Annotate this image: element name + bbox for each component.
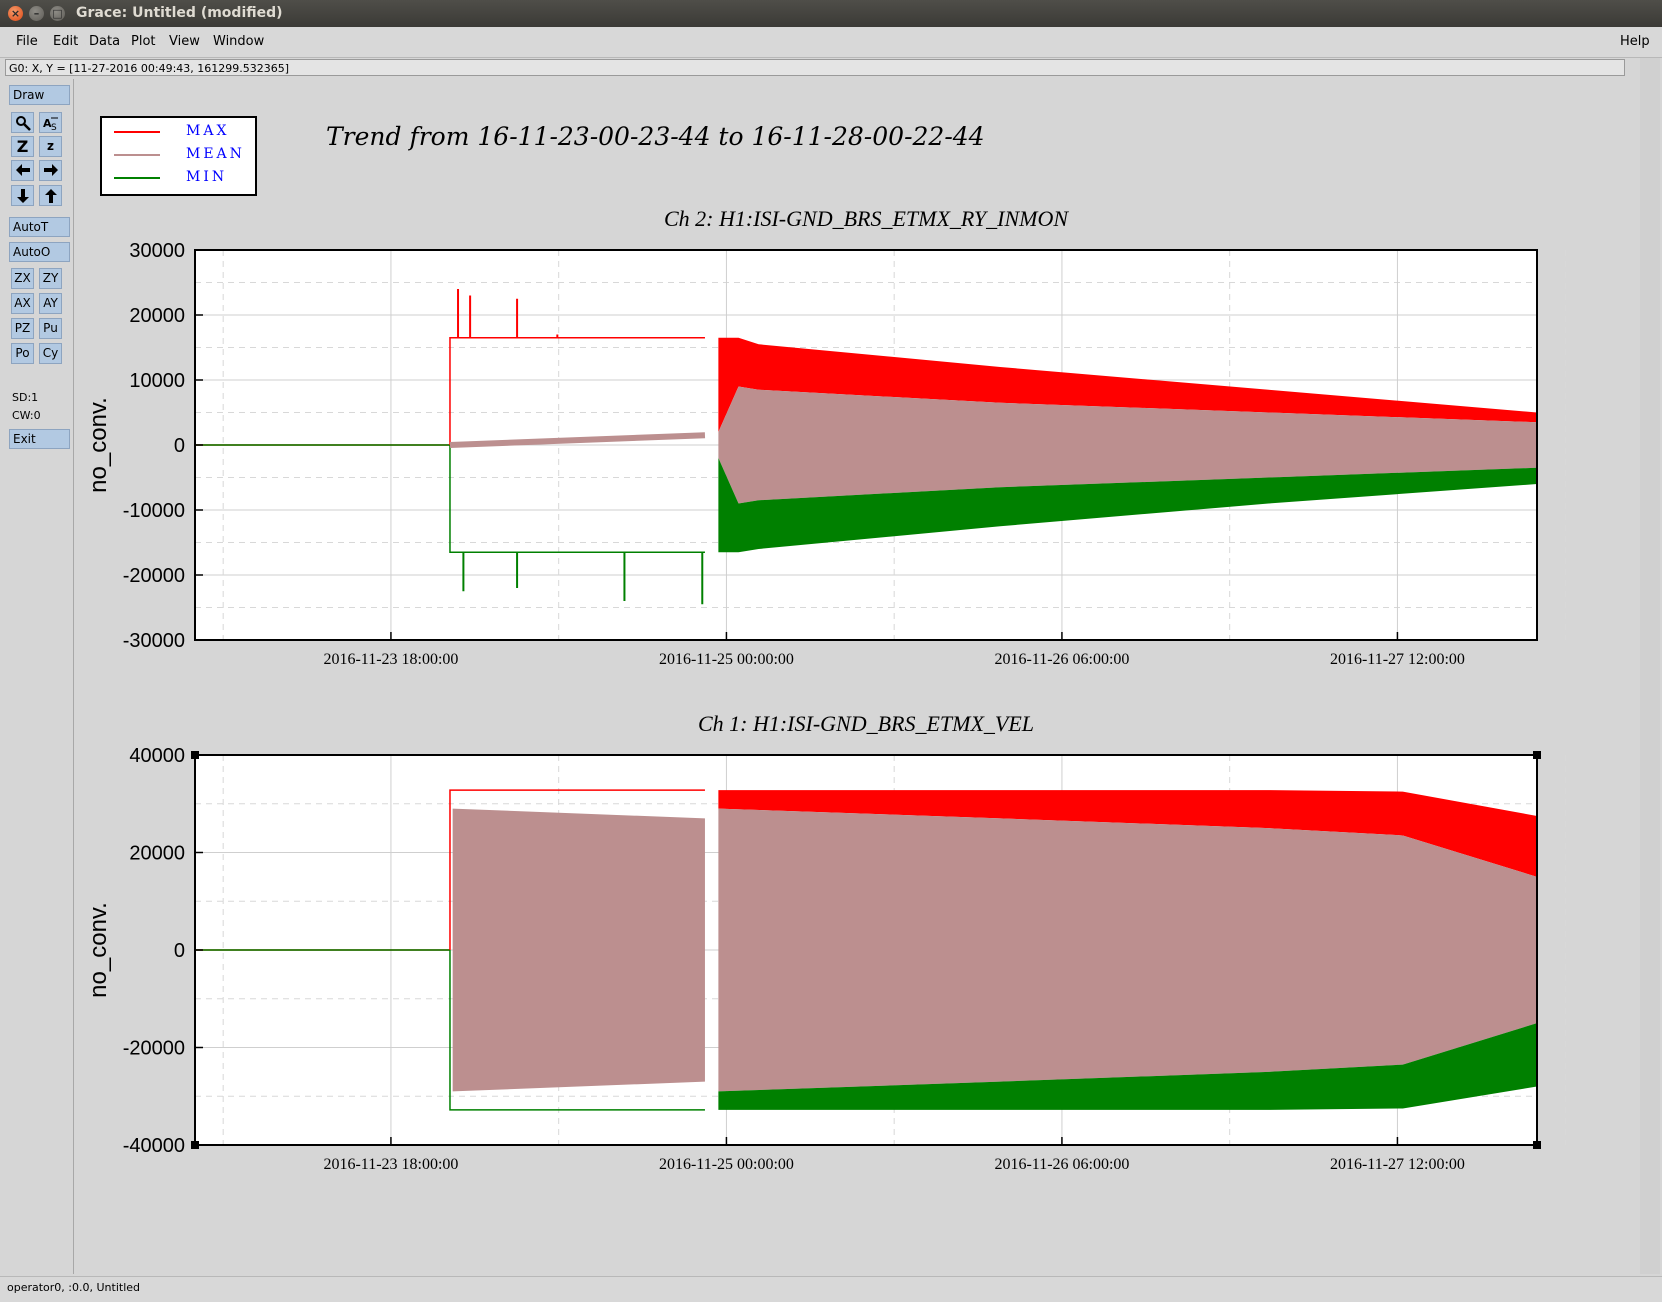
svg-text:S: S xyxy=(51,123,57,131)
magnifier-icon xyxy=(15,116,31,131)
chart-title: Ch 1: H1:ISI-GND_BRS_ETMX_VEL xyxy=(698,711,1034,736)
arrow-down-icon xyxy=(16,189,29,203)
menu-file[interactable]: File xyxy=(16,34,38,49)
y-tick-label: 10000 xyxy=(129,370,185,392)
y-tick-label: -10000 xyxy=(123,500,185,522)
legend-swatch-mean xyxy=(114,154,160,156)
x-tick-label: 2016-11-25 00:00:00 xyxy=(659,1156,794,1173)
legend-swatch-max xyxy=(114,131,160,133)
chart-title: Ch 2: H1:ISI-GND_BRS_ETMX_RY_INMON xyxy=(664,206,1069,231)
menu-edit[interactable]: Edit xyxy=(53,34,78,49)
close-window-button[interactable]: × xyxy=(8,6,23,21)
legend-entry-mean: MEAN xyxy=(102,145,259,165)
autot-button[interactable]: AutoT xyxy=(9,217,70,237)
zoom-in-button[interactable]: Z xyxy=(11,136,34,157)
toolbox-panel: Draw AS Z z AutoT AutoO ZX ZY AX AY PZ P… xyxy=(0,79,74,1274)
autoo-button[interactable]: AutoO xyxy=(9,242,70,262)
menu-plot[interactable]: Plot xyxy=(131,34,156,49)
minimize-window-button[interactable]: – xyxy=(29,6,44,21)
scroll-left-button[interactable] xyxy=(11,160,34,181)
y-tick-label: 40000 xyxy=(129,745,185,767)
stack-depth-label: SD:1 xyxy=(12,391,39,404)
current-world-label: CW:0 xyxy=(12,409,41,422)
x-tick-label: 2016-11-26 06:00:00 xyxy=(994,651,1129,668)
y-tick-label: 0 xyxy=(174,940,185,962)
legend-label-mean: MEAN xyxy=(186,146,245,162)
arrow-right-icon xyxy=(43,164,58,176)
menu-view[interactable]: View xyxy=(169,34,200,49)
legend-label-max: MAX xyxy=(186,123,230,139)
cy-button[interactable]: Cy xyxy=(39,343,62,364)
legend-label-min: MIN xyxy=(186,169,228,185)
x-tick-label: 2016-11-23 18:00:00 xyxy=(323,651,458,668)
selection-handle xyxy=(191,751,199,759)
scroll-up-button[interactable] xyxy=(39,185,62,206)
charts-svg[interactable]: 30000 20000 10000 0 -10000 -20000 -30000 2016-1… xyxy=(74,200,1636,1230)
series-mean-band xyxy=(718,808,1537,1092)
locator-readout: G0: X, Y = [11-27-2016 00:49:43, 161299.… xyxy=(5,59,1625,76)
zoom-tool-button[interactable] xyxy=(11,112,34,133)
x-tick-label: 2016-11-27 12:00:00 xyxy=(1330,1156,1465,1173)
scroll-down-button[interactable] xyxy=(11,185,34,206)
status-text: operator0, :0.0, Untitled xyxy=(7,1281,141,1294)
chart-2: 40000 20000 0 -20000 -40000 2016-11-23 18:00:… xyxy=(85,711,1566,1173)
zx-button[interactable]: ZX xyxy=(11,268,34,289)
arrow-left-icon xyxy=(15,164,30,176)
chart-1: 30000 20000 10000 0 -10000 -20000 -30000 2016-1… xyxy=(85,206,1566,668)
x-tick-label: 2016-11-23 18:00:00 xyxy=(323,1156,458,1173)
pu-button[interactable]: Pu xyxy=(39,318,62,339)
selection-handle xyxy=(1533,1141,1541,1149)
page-title: Trend from 16-11-23-00-23-44 to 16-11-28… xyxy=(326,122,985,151)
series-mean-early-band xyxy=(452,808,705,1092)
menu-help[interactable]: Help xyxy=(1620,34,1650,49)
draw-button[interactable]: Draw xyxy=(9,85,70,105)
ax-button[interactable]: AX xyxy=(11,293,34,314)
y-tick-label: 0 xyxy=(174,435,185,457)
canvas-scrollbar[interactable] xyxy=(1640,58,1660,1274)
x-tick-label: 2016-11-25 00:00:00 xyxy=(659,651,794,668)
zoom-out-button[interactable]: z xyxy=(39,136,62,157)
y-axis-label: no_conv. xyxy=(85,397,112,493)
y-tick-label: -40000 xyxy=(123,1135,185,1157)
y-tick-label: 30000 xyxy=(129,240,185,262)
scroll-right-button[interactable] xyxy=(39,160,62,181)
window-title: Grace: Untitled (modified) xyxy=(76,5,283,21)
selection-handle xyxy=(191,1141,199,1149)
zy-button[interactable]: ZY xyxy=(39,268,62,289)
y-tick-label: -30000 xyxy=(123,630,185,652)
arrow-up-icon xyxy=(44,189,57,203)
autoscale-icon: AS xyxy=(43,117,58,131)
y-tick-label: 20000 xyxy=(129,843,185,865)
menu-data[interactable]: Data xyxy=(89,34,120,49)
maximize-icon: □ xyxy=(52,7,63,20)
close-icon: × xyxy=(10,7,21,20)
selection-handle xyxy=(1533,751,1541,759)
legend-entry-max: MAX xyxy=(102,122,259,142)
legend: MAX MEAN MIN xyxy=(100,116,257,196)
status-bar: operator0, :0.0, Untitled xyxy=(0,1276,1662,1302)
y-tick-label: 20000 xyxy=(129,305,185,327)
x-tick-label: 2016-11-27 12:00:00 xyxy=(1330,651,1465,668)
y-tick-label: -20000 xyxy=(123,565,185,587)
maximize-window-button[interactable]: □ xyxy=(50,6,65,21)
menu-bar: File Edit Data Plot View Window Help xyxy=(0,27,1662,58)
autoscale-tool-button[interactable]: AS xyxy=(39,112,62,133)
legend-swatch-min xyxy=(114,177,160,179)
exit-button[interactable]: Exit xyxy=(9,429,70,449)
y-axis-label: no_conv. xyxy=(85,902,112,998)
menu-window[interactable]: Window xyxy=(213,34,264,49)
window-titlebar: × – □ Grace: Untitled (modified) xyxy=(0,0,1662,27)
ay-button[interactable]: AY xyxy=(39,293,62,314)
x-tick-label: 2016-11-26 06:00:00 xyxy=(994,1156,1129,1173)
pz-button[interactable]: PZ xyxy=(11,318,34,339)
legend-entry-min: MIN xyxy=(102,168,259,188)
minimize-icon: – xyxy=(33,7,40,20)
y-tick-label: -20000 xyxy=(123,1038,185,1060)
po-button[interactable]: Po xyxy=(11,343,34,364)
